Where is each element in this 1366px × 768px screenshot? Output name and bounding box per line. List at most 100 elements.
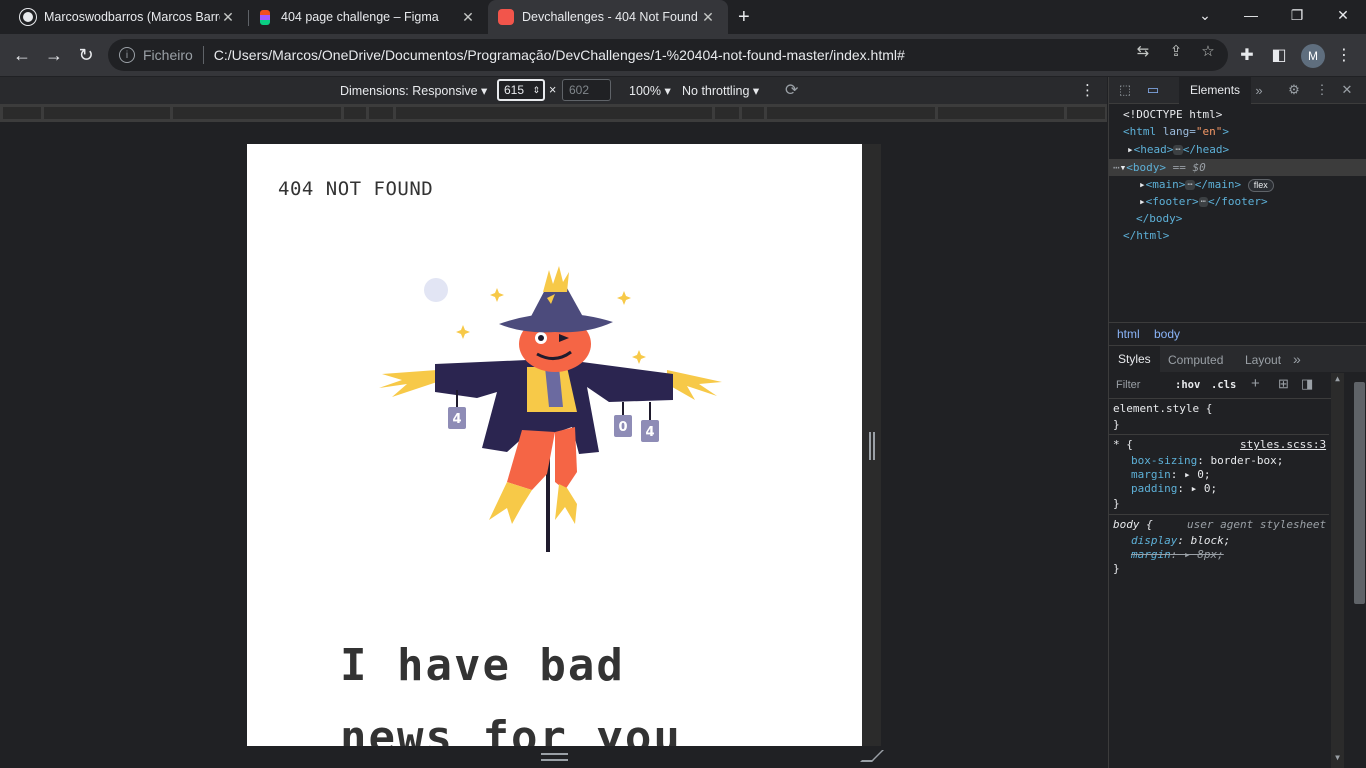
forward-icon[interactable]: → — [40, 41, 68, 69]
can-middle: 0 — [614, 402, 632, 437]
zoom-dropdown[interactable]: 100% ▾ — [629, 83, 671, 98]
media-query-segment[interactable] — [715, 107, 739, 119]
dom-doctype[interactable]: <!DOCTYPE html> — [1123, 106, 1222, 123]
moon-icon — [424, 278, 448, 302]
translate-icon[interactable]: ⇆ — [1134, 42, 1152, 60]
address-bar[interactable]: i Ficheiro C:/Users/Marcos/OneDrive/Docu… — [108, 39, 1228, 71]
css-declaration[interactable]: margin: ▸ 0; — [1131, 468, 1211, 482]
dom-html-close[interactable]: </html> — [1123, 227, 1169, 244]
media-query-segment[interactable] — [369, 107, 393, 119]
devtools-menu-icon[interactable]: ⋮ — [1314, 82, 1330, 98]
url-text[interactable]: C:/Users/Marcos/OneDrive/Documentos/Prog… — [214, 47, 905, 63]
scroll-down-icon[interactable]: ▼ — [1331, 753, 1344, 765]
styles-scrollbar[interactable] — [1331, 373, 1344, 768]
media-query-segment[interactable] — [344, 107, 366, 119]
can-digit: 4 — [452, 412, 461, 427]
tab-elements[interactable]: Elements — [1179, 77, 1252, 104]
width-input[interactable]: 615 ⇕ — [497, 79, 545, 101]
dom-footer[interactable]: ▸<footer> ⋯ </footer> — [1139, 193, 1268, 210]
dom-head[interactable]: ▸<head> ⋯ </head> — [1127, 141, 1229, 158]
reload-icon[interactable]: ↻ — [72, 41, 100, 69]
bookmark-star-icon[interactable]: ☆ — [1199, 42, 1217, 60]
back-icon[interactable]: ← — [8, 41, 36, 69]
rule-source-link[interactable]: styles.scss:3 — [1240, 438, 1326, 452]
resize-handle-right[interactable] — [869, 432, 875, 460]
side-panel-icon[interactable]: ◧ — [1270, 46, 1288, 64]
more-options-icon[interactable]: ⋮ — [1080, 81, 1095, 99]
media-query-bar — [0, 104, 1107, 122]
avatar[interactable]: M — [1301, 44, 1325, 68]
hov-toggle[interactable]: :hov — [1175, 379, 1200, 391]
height-input[interactable]: 602 — [562, 79, 611, 101]
extensions-icon[interactable]: ✚ — [1238, 46, 1256, 64]
tab-github[interactable]: Marcoswodbarros (Marcos Barros ✕ — [0, 0, 248, 34]
resize-handle-bottom[interactable] — [541, 753, 568, 761]
new-tab-button[interactable]: + — [738, 6, 758, 28]
minimize-button[interactable]: — — [1228, 0, 1274, 30]
dimensions-dropdown[interactable]: Dimensions: Responsive ▾ — [340, 83, 487, 98]
close-window-button[interactable]: ✕ — [1320, 0, 1366, 30]
media-query-segment[interactable] — [173, 107, 341, 119]
browser-toolbar: ← → ↻ i Ficheiro C:/Users/Marcos/OneDriv… — [0, 34, 1366, 76]
cls-toggle[interactable]: .cls — [1211, 379, 1236, 391]
rotate-icon[interactable]: ⟳ — [785, 80, 798, 100]
stepper-icon[interactable]: ⇕ — [532, 81, 540, 99]
dom-body[interactable]: ⋯▾<body> == $0 — [1113, 159, 1206, 176]
dom-body-close[interactable]: </body> — [1136, 210, 1182, 227]
rule-element-style[interactable]: element.style { — [1113, 402, 1212, 416]
device-toggle-icon[interactable]: ▭ — [1145, 82, 1161, 98]
media-query-segment[interactable] — [1067, 107, 1105, 119]
flex-badge: flex — [1247, 178, 1274, 192]
sidebar-scrollbar-thumb[interactable] — [1354, 382, 1365, 604]
close-icon[interactable]: ✕ — [220, 9, 236, 26]
css-declaration[interactable]: box-sizing: border-box; — [1131, 454, 1283, 468]
breadcrumb-body[interactable]: body — [1154, 327, 1180, 341]
media-query-segment[interactable] — [396, 107, 712, 119]
close-icon[interactable]: ✕ — [700, 9, 716, 26]
rule-star-selector[interactable]: * { — [1113, 438, 1133, 452]
filter-input[interactable]: Filter — [1116, 379, 1140, 391]
paint-icon[interactable]: ⊞ — [1278, 376, 1289, 392]
css-declaration[interactable]: display: block; — [1131, 534, 1230, 548]
right-foot-straw — [555, 484, 577, 524]
tab-figma[interactable]: 404 page challenge – Figma ✕ — [238, 0, 488, 34]
can-digit: 4 — [645, 425, 654, 440]
divider — [1109, 514, 1329, 515]
tab-styles[interactable]: Styles — [1109, 346, 1160, 373]
css-declaration[interactable]: padding: ▸ 0; — [1131, 482, 1217, 496]
tab-layout[interactable]: Layout — [1245, 353, 1281, 367]
breadcrumb-html[interactable]: html — [1117, 327, 1140, 341]
rule-source-label: user agent stylesheet — [1187, 518, 1327, 531]
media-query-segment[interactable] — [3, 107, 41, 119]
share-icon[interactable]: ⇪ — [1167, 42, 1185, 60]
scroll-up-icon[interactable]: ▲ — [1331, 374, 1344, 386]
more-tabs-icon[interactable]: » — [1293, 351, 1301, 367]
tab-search-button[interactable]: ⌄ — [1182, 0, 1228, 30]
page-logo[interactable]: 404 NOT FOUND — [278, 178, 433, 200]
inspect-element-icon[interactable]: ⬚ — [1117, 82, 1133, 98]
rule-body-selector[interactable]: body { — [1113, 518, 1153, 532]
media-query-segment[interactable] — [742, 107, 764, 119]
dom-html[interactable]: <html lang="en"> — [1123, 123, 1229, 140]
gear-icon[interactable]: ⚙ — [1286, 82, 1302, 98]
close-icon[interactable]: ✕ — [460, 9, 476, 26]
media-query-segment[interactable] — [767, 107, 935, 119]
rule-close-brace: } — [1113, 562, 1120, 575]
restore-button[interactable]: ❐ — [1274, 0, 1320, 30]
close-icon[interactable]: ✕ — [1339, 82, 1355, 98]
github-icon — [20, 9, 36, 25]
tab-devchallenges[interactable]: Devchallenges - 404 Not Found ✕ — [488, 0, 728, 34]
menu-kebab-icon[interactable]: ⋮ — [1335, 46, 1353, 64]
info-icon[interactable]: i — [119, 47, 135, 63]
media-query-segment[interactable] — [44, 107, 170, 119]
css-declaration-overridden[interactable]: margin: ▸ 8px; — [1131, 548, 1224, 562]
can-digit: 0 — [618, 420, 627, 435]
more-tabs-icon[interactable]: » — [1251, 82, 1267, 98]
tab-title: Devchallenges - 404 Not Found — [522, 10, 698, 24]
sidebar-toggle-icon[interactable]: ◨ — [1301, 376, 1313, 392]
new-rule-icon[interactable]: + — [1251, 375, 1260, 392]
media-query-segment[interactable] — [938, 107, 1064, 119]
tab-computed[interactable]: Computed — [1168, 353, 1223, 367]
dom-main[interactable]: ▸<main> ⋯ </main> flex — [1139, 176, 1274, 193]
throttling-dropdown[interactable]: No throttling ▾ — [682, 83, 759, 98]
